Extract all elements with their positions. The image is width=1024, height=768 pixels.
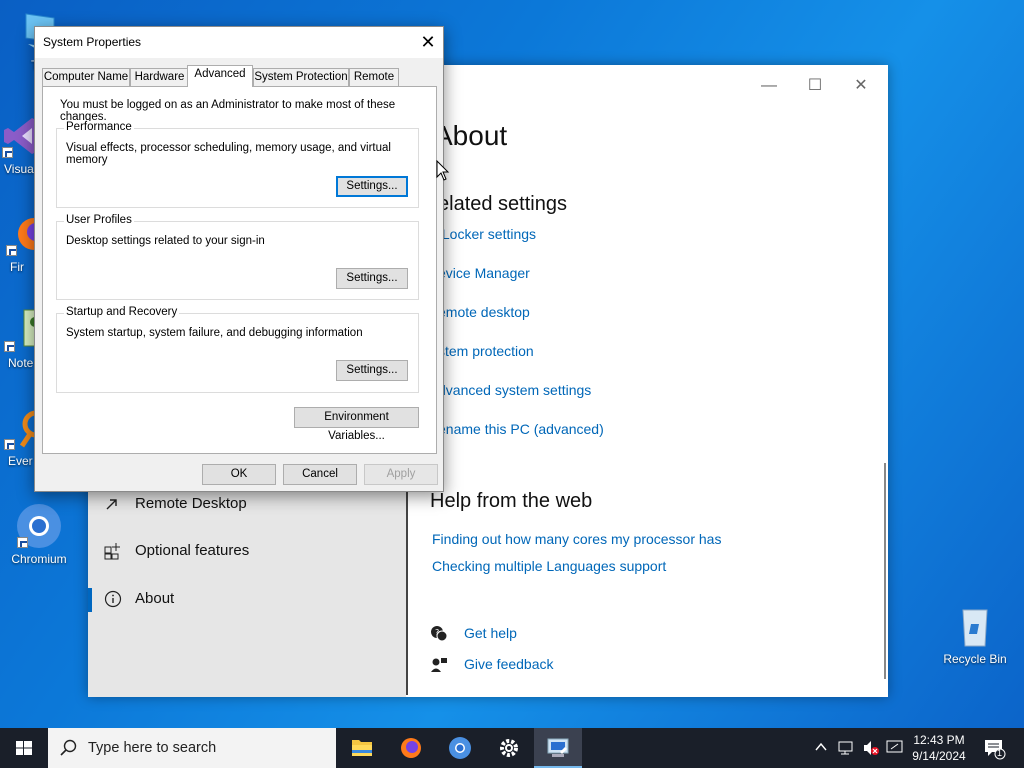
tab-system-protection[interactable]: System Protection: [253, 68, 349, 86]
user-profiles-label: User Profiles: [64, 214, 134, 226]
environment-variables-button[interactable]: Environment Variables...: [294, 407, 419, 442]
clock-date: 9/14/2024: [912, 749, 966, 763]
page-title: About: [434, 120, 508, 151]
taskbar-chromium[interactable]: [436, 728, 484, 768]
related-settings-heading: elated settings: [438, 193, 567, 215]
tab-advanced[interactable]: Advanced: [187, 65, 253, 87]
desktop-icon-label: Recycle Bin: [943, 652, 1007, 666]
minimize-button[interactable]: —: [746, 71, 792, 101]
get-help-icon: ?: [430, 625, 448, 646]
taskbar-search-box[interactable]: Type here to search: [48, 728, 336, 768]
recycle-bin-icon: [951, 602, 999, 650]
taskbar-settings[interactable]: [485, 728, 533, 768]
optional-features-icon: [104, 542, 122, 560]
help-heading: Help from the web: [430, 490, 593, 512]
rename-pc-link[interactable]: ename this PC (advanced): [438, 421, 604, 437]
taskbar-clock[interactable]: 12:43 PM 9/14/2024: [905, 732, 973, 764]
help-link-cores[interactable]: Finding out how many cores my processor …: [432, 531, 721, 547]
performance-desc: Visual effects, processor scheduling, me…: [66, 142, 391, 166]
scrollbar[interactable]: [884, 463, 886, 679]
user-profiles-settings-button[interactable]: Settings...: [336, 268, 408, 289]
nav-item-about[interactable]: About: [88, 580, 406, 620]
nav-item-label: Optional features: [135, 542, 250, 559]
system-protection-link[interactable]: stem protection: [438, 343, 534, 359]
firefox-icon: [401, 738, 421, 758]
tab-hardware[interactable]: Hardware: [130, 68, 189, 86]
startup-recovery-label: Startup and Recovery: [64, 306, 180, 318]
dialog-title: System Properties: [43, 35, 142, 49]
chromium-icon: [15, 502, 63, 550]
startup-recovery-settings-button[interactable]: Settings...: [336, 360, 408, 381]
clock-time: 12:43 PM: [913, 733, 965, 747]
system-properties-dialog: System Properties ✕ Computer Name Hardwa…: [34, 26, 444, 492]
cancel-button[interactable]: Cancel: [283, 464, 357, 485]
bitlocker-settings-link[interactable]: tLocker settings: [438, 226, 536, 242]
pane-divider: [406, 485, 408, 695]
tab-remote[interactable]: Remote: [349, 68, 399, 86]
network-icon[interactable]: [838, 739, 856, 760]
windows-logo-icon: [16, 741, 32, 755]
shortcut-arrow-icon: [4, 439, 15, 450]
dialog-titlebar: System Properties ✕: [35, 27, 443, 58]
desktop-icon-label: Chromium: [11, 552, 67, 566]
give-feedback-icon: [430, 656, 448, 677]
performance-group: Performance Visual effects, processor sc…: [56, 121, 419, 208]
shortcut-arrow-icon: [4, 341, 15, 352]
advanced-tab-panel: You must be logged on as an Administrato…: [42, 86, 437, 454]
taskbar-firefox[interactable]: [387, 728, 435, 768]
remote-desktop-icon: [104, 495, 122, 513]
admin-note: You must be logged on as an Administrato…: [60, 99, 396, 123]
selected-indicator: [88, 588, 92, 612]
system-properties-icon: [547, 738, 569, 757]
desktop-icon-recycle-bin[interactable]: Recycle Bin: [937, 602, 1013, 666]
folder-icon: [352, 740, 372, 756]
shortcut-arrow-icon: [2, 147, 13, 158]
volume-muted-icon[interactable]: [862, 739, 880, 760]
user-profiles-desc: Desktop settings related to your sign-in: [66, 235, 265, 247]
dialog-close-button[interactable]: ✕: [413, 27, 443, 57]
display-icon[interactable]: [886, 739, 904, 760]
svg-text:?: ?: [435, 628, 439, 637]
apply-button[interactable]: Apply: [364, 464, 438, 485]
search-placeholder: Type here to search: [88, 740, 217, 756]
user-profiles-group: User Profiles Desktop settings related t…: [56, 214, 419, 300]
taskbar: Type here to search 12:43 PM 9/14/2024 1: [0, 728, 1024, 768]
startup-recovery-desc: System startup, system failure, and debu…: [66, 327, 363, 339]
help-link-languages[interactable]: Checking multiple Languages support: [432, 558, 666, 574]
ok-button[interactable]: OK: [202, 464, 276, 485]
chromium-icon: [449, 737, 471, 759]
give-feedback-link[interactable]: Give feedback: [464, 656, 554, 672]
start-button[interactable]: [0, 728, 48, 768]
notification-count-badge: 1: [997, 748, 1003, 758]
mouse-cursor-icon: [436, 159, 450, 185]
maximize-button[interactable]: ☐: [792, 71, 838, 101]
nav-item-optional-features[interactable]: Optional features: [88, 532, 406, 572]
startup-recovery-group: Startup and Recovery System startup, sys…: [56, 306, 419, 393]
gear-icon: [500, 739, 518, 757]
shortcut-arrow-icon: [6, 245, 17, 256]
device-manager-link[interactable]: evice Manager: [438, 265, 530, 281]
remote-desktop-link[interactable]: emote desktop: [438, 304, 530, 320]
desktop-icon-chromium[interactable]: Chromium: [1, 502, 77, 566]
shortcut-arrow-icon: [17, 537, 28, 548]
notification-center-icon[interactable]: 1: [984, 738, 1008, 763]
performance-label: Performance: [64, 121, 134, 133]
taskbar-file-explorer[interactable]: [338, 728, 386, 768]
show-hidden-icons-chevron-icon[interactable]: [814, 740, 828, 757]
taskbar-system-properties[interactable]: [534, 728, 582, 768]
tab-computer-name[interactable]: Computer Name: [42, 68, 130, 86]
close-button[interactable]: ✕: [838, 71, 884, 101]
performance-settings-button[interactable]: Settings...: [336, 176, 408, 197]
nav-item-label: Remote Desktop: [135, 495, 247, 512]
get-help-link[interactable]: Get help: [464, 625, 517, 641]
info-icon: [104, 590, 122, 608]
settings-content: — ☐ ✕ About elated settings tLocker sett…: [406, 65, 888, 697]
nav-item-label: About: [135, 590, 175, 607]
search-icon: [60, 739, 78, 760]
advanced-system-settings-link[interactable]: dvanced system settings: [438, 382, 591, 398]
